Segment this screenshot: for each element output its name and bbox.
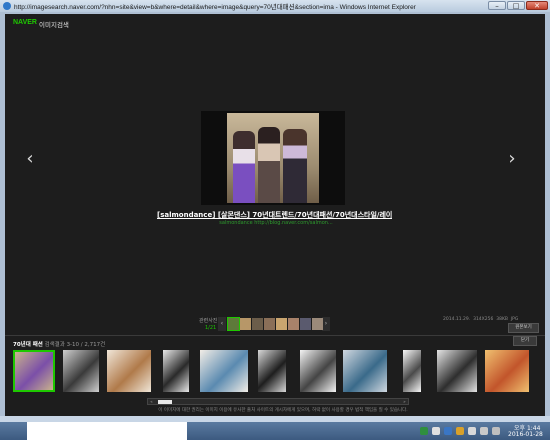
figure-2 [258, 127, 280, 203]
image-source-link[interactable]: salmondance http://blog.naver.com/salmon… [181, 220, 371, 226]
related-images-label: 관련사진 [199, 318, 218, 324]
search-result-thumbnail[interactable] [485, 350, 529, 392]
image-dimensions: 314X256 [473, 317, 494, 322]
search-result-thumbnail[interactable] [300, 350, 336, 392]
related-thumbnail[interactable] [252, 318, 263, 330]
image-date: 2014.11.29. [443, 317, 471, 322]
clock-date[interactable]: 2016-01-28 [508, 431, 543, 438]
tray-volume-icon[interactable] [492, 427, 500, 435]
tray-battery-icon[interactable] [480, 427, 488, 435]
related-thumbnail[interactable] [300, 318, 311, 330]
image-viewer: NAVER 이미지검색 ‹ › [salmondance] [살몬댄스] 70년… [5, 14, 545, 416]
search-result-thumbnail[interactable] [403, 350, 421, 392]
view-original-button[interactable]: 원본보기 [508, 323, 539, 333]
related-thumbnail[interactable] [240, 318, 251, 330]
related-thumbnail[interactable] [312, 318, 323, 330]
window-titlebar: http://imagesearch.naver.com/?nhn=site&v… [0, 0, 550, 12]
tray-help-icon[interactable] [444, 427, 452, 435]
main-image-frame [201, 111, 345, 205]
figure-3 [283, 129, 307, 203]
search-result-thumbnail[interactable] [437, 350, 477, 392]
figure-1 [233, 131, 255, 203]
search-strip-header: 70년대 패션 검색결과 3-10 / 2,717건 [13, 340, 105, 348]
maximize-button[interactable]: □ [507, 1, 525, 10]
naver-logo[interactable]: NAVER [13, 19, 37, 26]
scroll-left-arrow-icon[interactable]: « [148, 399, 155, 404]
search-result-thumbnail[interactable] [163, 350, 189, 392]
taskbar-app-area[interactable] [27, 422, 187, 440]
scroll-right-arrow-icon[interactable]: » [401, 399, 408, 404]
image-meta: 2014.11.29. 314X256 38KB JPG [443, 317, 518, 322]
related-thumbnail[interactable] [227, 317, 240, 331]
search-result-thumbnail[interactable] [13, 350, 55, 392]
internet-explorer-icon [3, 2, 11, 10]
close-window-button[interactable]: ✕ [526, 1, 548, 10]
search-query: 70년대 패션 [13, 342, 43, 348]
scrollbar-thumb[interactable] [158, 400, 172, 404]
search-results-label: 검색결과 [44, 342, 65, 348]
thumbnail-scrollbar[interactable]: « » [147, 398, 409, 405]
tray-ime-icon[interactable] [432, 427, 440, 435]
main-image[interactable] [227, 113, 319, 203]
related-next-arrow-icon[interactable]: › [322, 317, 330, 331]
close-strip-button[interactable]: 닫기 [513, 336, 537, 346]
tray-network-icon[interactable] [420, 427, 428, 435]
related-prev-arrow-icon[interactable]: ‹ [218, 317, 226, 331]
previous-image-arrow-icon[interactable]: ‹ [23, 150, 37, 168]
related-images-strip: ‹ › [218, 317, 330, 331]
search-result-thumbnail[interactable] [63, 350, 99, 392]
image-format: JPG [510, 317, 519, 322]
search-result-thumbnail[interactable] [258, 350, 286, 392]
related-images-count: 1/21 [205, 325, 217, 331]
copyright-notice: 이 이미지에 대한 권리는 이미지 이용에 유사한 출처 사이트의 게시자에게 … [158, 408, 408, 413]
divider [5, 335, 545, 336]
related-thumbnail[interactable] [276, 318, 287, 330]
search-result-thumbnail[interactable] [107, 350, 151, 392]
next-image-arrow-icon[interactable]: › [505, 150, 519, 168]
image-filesize: 38KB [496, 317, 508, 322]
tray-settings-icon[interactable] [456, 427, 464, 435]
tray-flag-icon[interactable] [468, 427, 476, 435]
search-result-thumbnail[interactable] [343, 350, 387, 392]
minimize-button[interactable]: – [488, 1, 506, 10]
search-result-thumbnail[interactable] [200, 350, 248, 392]
image-caption-link[interactable]: [salmondance] [살몬댄스] 70년대트렌드/70년대패션/70년대… [157, 210, 392, 220]
image-search-label[interactable]: 이미지검색 [39, 19, 69, 29]
search-results-count: 3-10 / 2,717건 [66, 342, 106, 348]
window-title: http://imagesearch.naver.com/?nhn=site&v… [14, 4, 416, 11]
related-thumbnail[interactable] [264, 318, 275, 330]
related-thumbnail[interactable] [288, 318, 299, 330]
